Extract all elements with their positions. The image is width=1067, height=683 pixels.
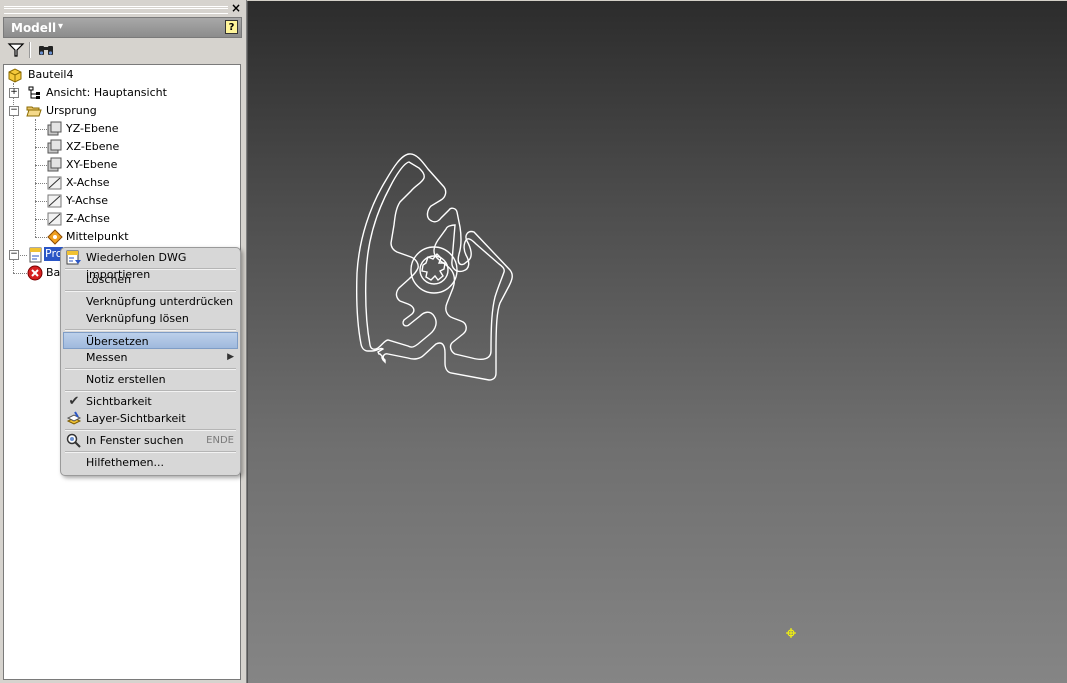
browser-title-bar[interactable]: Modell ▾ ? bbox=[3, 17, 242, 38]
origin-marker bbox=[786, 628, 796, 638]
tree-item-label[interactable]: Bauteil4 bbox=[28, 66, 73, 84]
tree-item-label[interactable]: XZ-Ebene bbox=[66, 138, 119, 156]
dwg-import-icon bbox=[28, 247, 44, 263]
menu-item-label[interactable]: Sichtbarkeit bbox=[86, 393, 152, 410]
binoculars-icon[interactable] bbox=[37, 41, 55, 59]
menu-item-label[interactable]: Messen bbox=[86, 349, 127, 366]
menu-item-label[interactable]: Layer-Sichtbarkeit bbox=[86, 410, 186, 427]
menu-item-notiz-erstellen[interactable]: Notiz erstellen bbox=[63, 371, 238, 388]
view-rep-icon bbox=[26, 85, 42, 101]
tree-line bbox=[35, 201, 47, 202]
toolbar-separator bbox=[29, 42, 31, 58]
graphics-viewport[interactable] bbox=[247, 1, 1067, 683]
menu-separator bbox=[65, 368, 236, 370]
menu-separator bbox=[65, 451, 236, 453]
profile-sketch[interactable] bbox=[248, 1, 1067, 683]
tree-line bbox=[13, 273, 27, 274]
help-button[interactable]: ? bbox=[225, 20, 238, 34]
folder-open-icon bbox=[26, 103, 42, 119]
menu-item-label[interactable]: Verknüpfung lösen bbox=[86, 310, 189, 327]
menu-item-uebersetzen[interactable]: Übersetzen bbox=[63, 332, 238, 349]
collapse-toggle[interactable]: − bbox=[9, 250, 19, 260]
menu-separator bbox=[65, 429, 236, 431]
aluminium-profile-outline bbox=[355, 153, 513, 381]
menu-item-label[interactable]: Verknüpfung unterdrücken bbox=[86, 293, 233, 310]
error-icon bbox=[27, 265, 43, 281]
menu-item-label[interactable]: Übersetzen bbox=[86, 333, 149, 350]
tree-line bbox=[35, 147, 47, 148]
tree-line bbox=[35, 165, 47, 166]
tree-item-label[interactable]: Ansicht: Hauptansicht bbox=[46, 84, 167, 102]
menu-item-verknuepfung-unterdruecken[interactable]: Verknüpfung unterdrücken bbox=[63, 293, 238, 310]
tree-line bbox=[35, 183, 47, 184]
tree-item-label[interactable]: X-Achse bbox=[66, 174, 110, 192]
menu-item-in-fenster-suchen[interactable]: In Fenster suchen ENDE bbox=[63, 432, 238, 449]
plane-icon bbox=[47, 139, 63, 155]
menu-item-label[interactable]: Löschen bbox=[86, 271, 131, 288]
menu-separator bbox=[65, 268, 236, 270]
part-cube-icon bbox=[7, 67, 23, 83]
tree-item-label[interactable]: YZ-Ebene bbox=[66, 120, 118, 138]
menu-separator bbox=[65, 329, 236, 331]
expand-toggle[interactable]: + bbox=[9, 88, 19, 98]
center-point-icon bbox=[47, 229, 63, 245]
axis-icon bbox=[47, 211, 63, 227]
filter-icon[interactable] bbox=[7, 41, 25, 59]
browser-title[interactable]: Modell bbox=[11, 21, 56, 35]
axis-icon bbox=[47, 193, 63, 209]
menu-item-label[interactable]: Notiz erstellen bbox=[86, 371, 166, 388]
tree-item-label[interactable]: Y-Achse bbox=[66, 192, 108, 210]
context-menu: Wiederholen DWG importieren Löschen Verk… bbox=[60, 247, 241, 476]
tree-item-label[interactable]: Z-Achse bbox=[66, 210, 110, 228]
import-dwg-icon bbox=[66, 250, 82, 266]
close-panel-button[interactable]: × bbox=[231, 1, 241, 15]
menu-item-sichtbarkeit[interactable]: ✔ Sichtbarkeit bbox=[63, 393, 238, 410]
menu-shortcut: ENDE bbox=[206, 435, 234, 446]
menu-item-label[interactable]: Hilfethemen... bbox=[86, 454, 164, 471]
tree-item-label[interactable]: XY-Ebene bbox=[66, 156, 117, 174]
plane-icon bbox=[47, 121, 63, 137]
tree-item-label[interactable]: Mittelpunkt bbox=[66, 228, 129, 246]
tree-item-ansicht[interactable]: + Ansicht: Hauptansicht bbox=[9, 84, 229, 102]
find-in-window-icon bbox=[66, 433, 82, 449]
chevron-down-icon[interactable]: ▾ bbox=[58, 21, 63, 32]
collapse-toggle[interactable]: − bbox=[9, 106, 19, 116]
menu-item-hilfethemen[interactable]: Hilfethemen... bbox=[63, 454, 238, 471]
layer-visibility-icon bbox=[66, 411, 82, 427]
menu-item-verknuepfung-loesen[interactable]: Verknüpfung lösen bbox=[63, 310, 238, 327]
menu-separator bbox=[65, 390, 236, 392]
browser-toolbar bbox=[3, 39, 243, 61]
tree-line bbox=[35, 237, 47, 238]
menu-separator bbox=[65, 290, 236, 292]
tree-line bbox=[35, 129, 47, 130]
plane-icon bbox=[47, 157, 63, 173]
check-icon: ✔ bbox=[68, 394, 80, 409]
axis-icon bbox=[47, 175, 63, 191]
submenu-arrow-icon: ▶ bbox=[227, 352, 234, 362]
menu-item-wiederholen-dwg-importieren[interactable]: Wiederholen DWG importieren bbox=[63, 249, 238, 281]
tree-item-label[interactable]: Ursprung bbox=[46, 102, 97, 120]
tree-line bbox=[35, 219, 47, 220]
menu-item-loeschen[interactable]: Löschen bbox=[63, 271, 238, 288]
panel-grip-bar[interactable]: × bbox=[2, 1, 244, 16]
menu-item-layer-sichtbarkeit[interactable]: Layer-Sichtbarkeit bbox=[63, 410, 238, 427]
tree-item-ursprung[interactable]: − Ursprung bbox=[9, 102, 229, 120]
menu-item-label[interactable]: In Fenster suchen bbox=[86, 432, 183, 449]
menu-item-messen[interactable]: Messen ▶ bbox=[63, 349, 238, 366]
panel-grip[interactable] bbox=[4, 6, 228, 14]
